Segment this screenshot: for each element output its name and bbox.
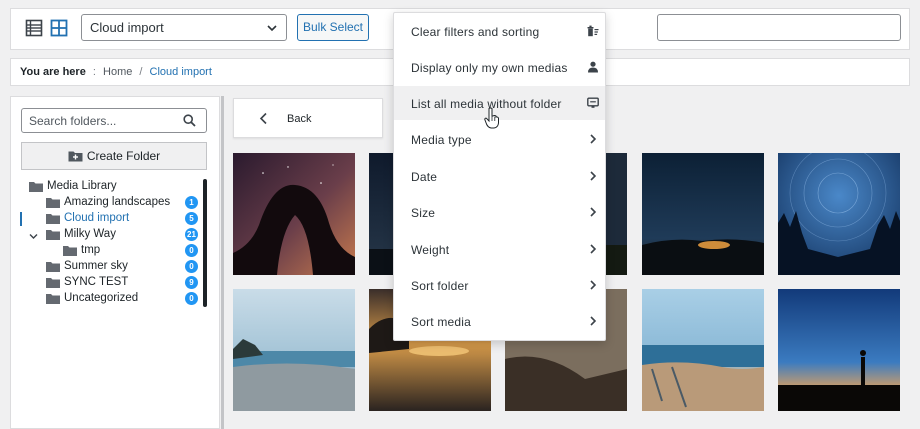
folder-tree-label: tmp: [81, 244, 101, 256]
active-indicator: [20, 212, 22, 226]
folder-icon: [29, 181, 43, 192]
folder-icon: [46, 197, 60, 208]
menu-item-sort-folder[interactable]: Sort folder: [394, 268, 605, 302]
menu-item-date[interactable]: Date: [394, 159, 605, 193]
menu-item-label: Display only my own medias: [411, 61, 568, 75]
folder-icon: [46, 213, 60, 224]
folder-count-badge: 9: [185, 276, 198, 289]
menu-item-label: Media type: [411, 133, 472, 147]
hand-cursor-icon: [484, 107, 500, 129]
folder-sidebar: Search folders... Create Folder Media Li…: [10, 96, 220, 429]
chevron-right-icon: [587, 170, 599, 182]
folder-count-badge: 0: [185, 244, 198, 257]
menu-item-label: Weight: [411, 243, 450, 257]
folder-icon: [46, 277, 60, 288]
filter-sort-menu: Clear filters and sorting Display only m…: [393, 12, 606, 341]
media-thumbnail[interactable]: [642, 289, 764, 411]
folder-tree-item[interactable]: tmp 0: [11, 243, 211, 259]
folder-tree-label: Amazing landscapes: [64, 196, 171, 208]
breadcrumb-separator: /: [139, 66, 143, 78]
chevron-left-icon: [259, 112, 268, 125]
breadcrumb-current-link[interactable]: Cloud import: [150, 66, 212, 78]
folder-tree-label: Uncategorized: [64, 292, 139, 304]
list-view-icon[interactable]: [25, 19, 43, 37]
folder-select[interactable]: Cloud import: [81, 14, 287, 41]
media-search-input[interactable]: [657, 14, 901, 41]
folder-tree-item[interactable]: Uncategorized 0: [11, 291, 211, 307]
trash-filter-icon: [587, 25, 599, 37]
folder-count-badge: 5: [185, 212, 198, 225]
folder-count-badge: 0: [185, 292, 198, 305]
chevron-right-icon: [587, 243, 599, 255]
folder-select-value: Cloud import: [90, 20, 164, 35]
folder-tree-item[interactable]: Amazing landscapes 1: [11, 195, 211, 211]
folder-tree: Media Library Amazing landscapes 1 Cloud…: [11, 179, 211, 307]
menu-item-label: Clear filters and sorting: [411, 25, 540, 39]
breadcrumb-home-link[interactable]: Home: [103, 66, 132, 78]
menu-item-label: Date: [411, 170, 438, 184]
folder-tree-label: Summer sky: [64, 260, 128, 272]
back-label: Back: [287, 113, 312, 125]
menu-item-weight[interactable]: Weight: [394, 232, 605, 266]
folder-tree-item[interactable]: Media Library: [11, 179, 211, 195]
folder-tree-item-active[interactable]: Cloud import 5: [11, 211, 211, 227]
chevron-down-icon[interactable]: [29, 231, 38, 239]
folder-count-badge: 21: [185, 228, 198, 241]
breadcrumb-separator: :: [92, 66, 96, 78]
folder-tree-label: SYNC TEST: [64, 276, 129, 288]
create-folder-label: Create Folder: [86, 149, 161, 163]
menu-item-label: Sort media: [411, 315, 472, 329]
chevron-right-icon: [587, 279, 599, 291]
menu-item-label: Size: [411, 206, 436, 220]
folder-plus-icon: [68, 151, 83, 162]
folder-icon: [46, 293, 60, 304]
sidebar-scrollbar[interactable]: [203, 179, 207, 307]
menu-item-clear-filters[interactable]: Clear filters and sorting: [394, 14, 605, 48]
folder-tree-label: Cloud import: [64, 212, 130, 224]
media-thumbnail[interactable]: [778, 153, 900, 275]
grid-view-icon[interactable]: [50, 19, 68, 37]
menu-item-sort-media[interactable]: Sort media: [394, 304, 605, 338]
folder-tree-item[interactable]: Summer sky 0: [11, 259, 211, 275]
chevron-right-icon: [587, 315, 599, 327]
screen-icon: [587, 97, 599, 109]
back-button[interactable]: Back: [233, 98, 383, 138]
chevron-right-icon: [587, 206, 599, 218]
chevron-right-icon: [587, 133, 599, 145]
folder-tree-item[interactable]: SYNC TEST 9: [11, 275, 211, 291]
folder-tree-label: Milky Way: [64, 228, 116, 240]
user-icon: [587, 61, 599, 73]
media-thumbnail[interactable]: [233, 289, 355, 411]
search-icon[interactable]: [183, 114, 196, 127]
create-folder-button[interactable]: Create Folder: [21, 142, 207, 170]
chevron-down-icon: [266, 22, 278, 34]
folder-search-input[interactable]: Search folders...: [21, 108, 207, 133]
menu-item-own-medias[interactable]: Display only my own medias: [394, 50, 605, 84]
folder-icon: [63, 245, 77, 256]
folder-icon: [46, 261, 60, 272]
folder-count-badge: 1: [185, 196, 198, 209]
folder-icon: [46, 229, 60, 240]
folder-tree-label: Media Library: [47, 180, 117, 192]
media-thumbnail[interactable]: [778, 289, 900, 411]
menu-item-label: Sort folder: [411, 279, 469, 293]
sidebar-resize-handle[interactable]: [221, 96, 224, 429]
folder-count-badge: 0: [185, 260, 198, 273]
folder-tree-item[interactable]: Milky Way 21: [11, 227, 211, 243]
media-thumbnail[interactable]: [233, 153, 355, 275]
breadcrumb-prefix: You are here: [20, 66, 86, 78]
bulk-select-button[interactable]: Bulk Select: [297, 14, 369, 41]
menu-item-size[interactable]: Size: [394, 195, 605, 229]
folder-search-placeholder: Search folders...: [29, 114, 117, 128]
media-thumbnail[interactable]: [642, 153, 764, 275]
